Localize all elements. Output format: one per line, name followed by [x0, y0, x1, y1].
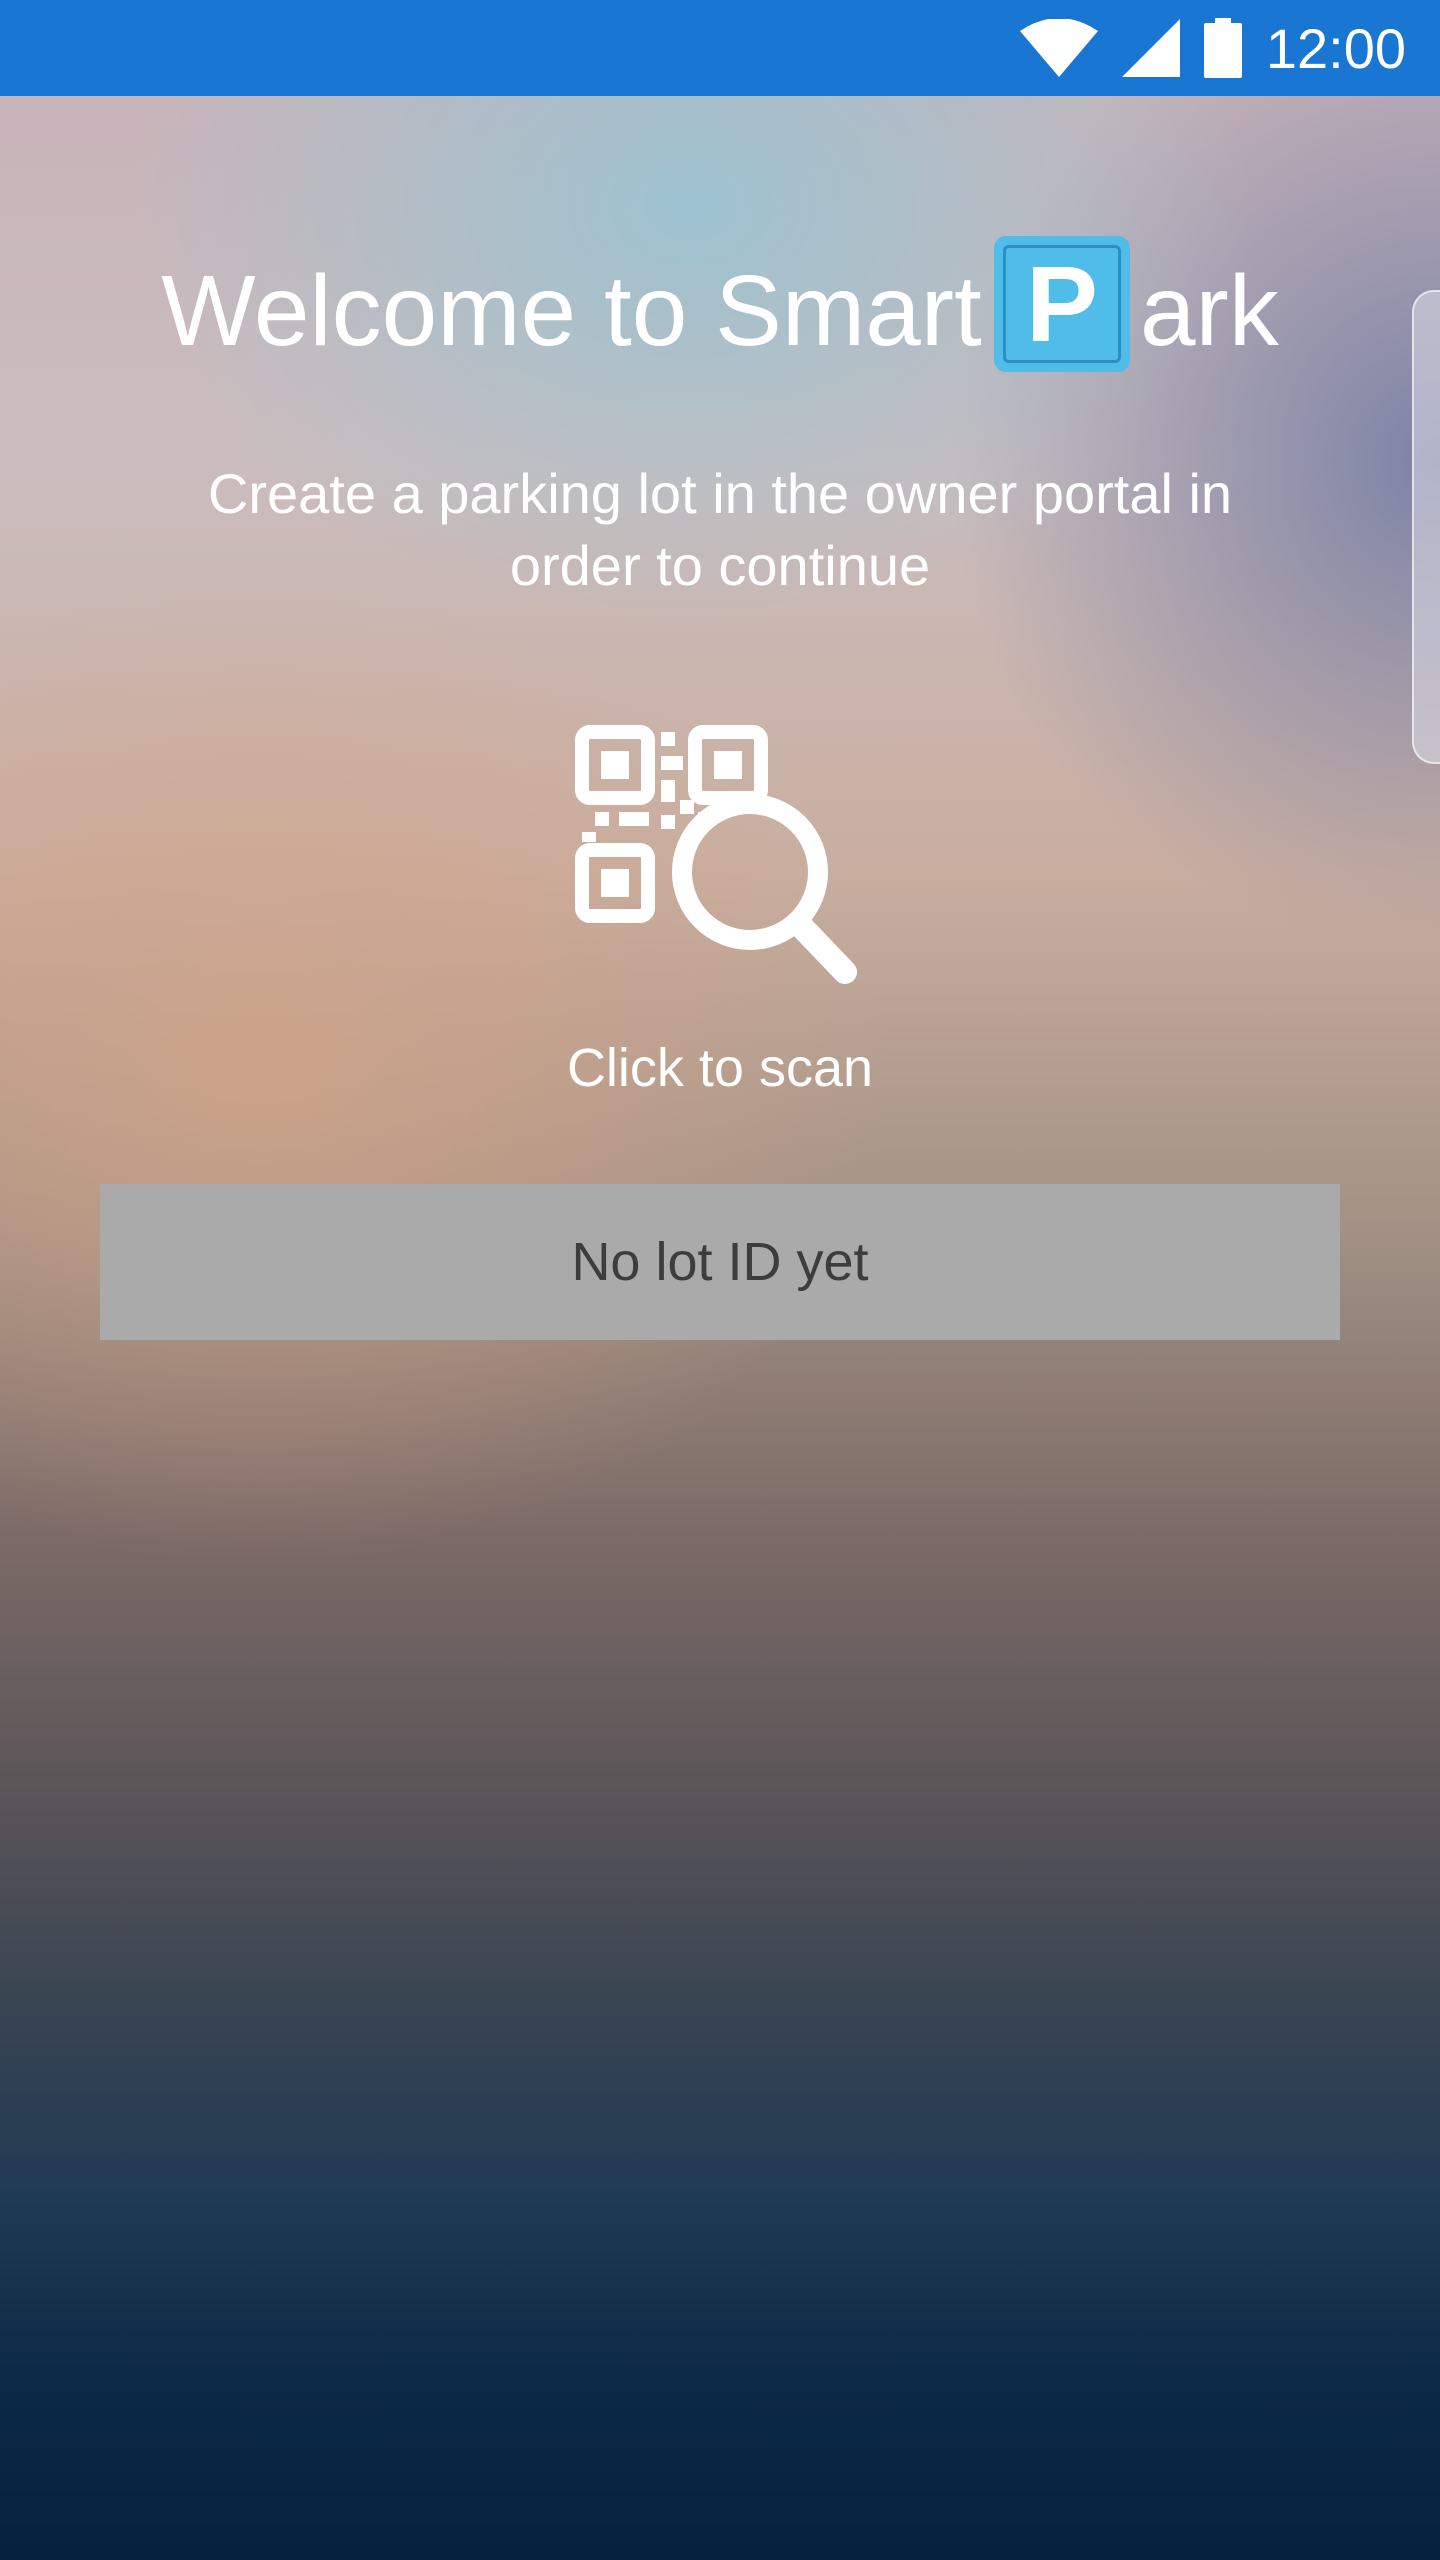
- qr-scan-icon: [575, 725, 857, 984]
- cell-signal-icon: [1121, 19, 1180, 77]
- title-suffix: ark: [1139, 255, 1279, 367]
- title-prefix: Welcome to Smart: [161, 255, 982, 367]
- lot-id-text: No lot ID yet: [571, 1232, 869, 1292]
- instructions-text: Create a parking lot in the owner portal…: [207, 462, 1233, 597]
- lot-id-display: No lot ID yet: [100, 1184, 1340, 1340]
- parking-logo-letter: P: [1002, 244, 1121, 363]
- welcome-screen: 12:00 Welcome to Smart Park Create a park…: [0, 0, 1440, 2560]
- scan-label[interactable]: Click to scan: [0, 1030, 1440, 1106]
- status-bar: 12:00: [0, 0, 1440, 96]
- welcome-title: Welcome to Smart Park: [0, 235, 1440, 386]
- battery-icon: [1203, 18, 1242, 78]
- status-time: 12:00: [1265, 16, 1406, 80]
- wifi-icon: [1019, 19, 1098, 77]
- parking-logo-icon: P: [993, 235, 1130, 372]
